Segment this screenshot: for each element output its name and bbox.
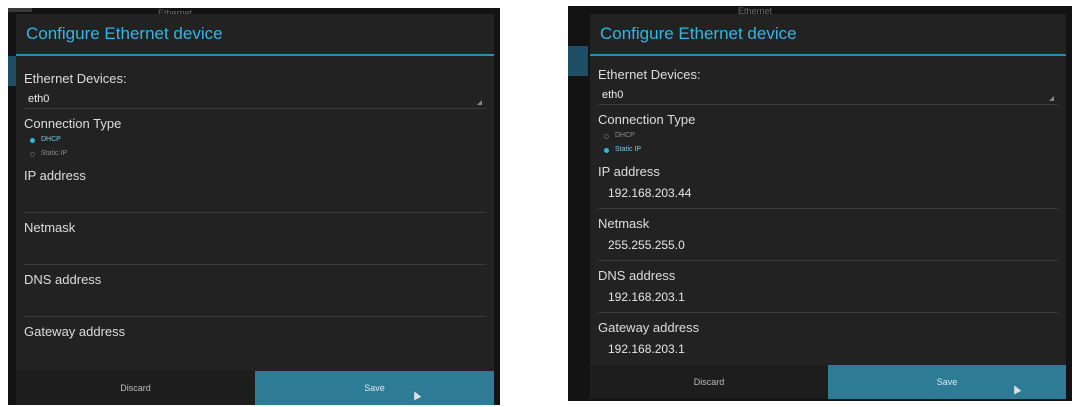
right-screenshot: Ethernet Configure Ethernet device Ether…: [568, 6, 1072, 401]
dns-address-value: [24, 289, 486, 313]
left-screenshot: Ethernet Configure Ethernet device Ether…: [8, 8, 500, 405]
ethernet-device-spinner[interactable]: eth0: [598, 84, 1058, 105]
dialog-body: Ethernet Devices: eth0 Connection Type D…: [16, 56, 494, 368]
dns-address-value: 192.168.203.1: [608, 290, 685, 304]
spinner-caret-icon: [1049, 96, 1054, 101]
configure-ethernet-dialog: Configure Ethernet device Ethernet Devic…: [16, 14, 494, 405]
dhcp-label: DHCP: [615, 132, 635, 139]
ip-address-field[interactable]: IP address 192.168.203.44: [598, 157, 1058, 209]
dialog-button-bar: Discard Save: [16, 371, 494, 405]
dialog-body: Ethernet Devices: eth0 Connection Type D…: [590, 56, 1066, 364]
netmask-field[interactable]: Netmask 255.255.255.0: [598, 209, 1058, 261]
device-value: eth0: [602, 89, 624, 101]
radio-unchecked-icon: [30, 151, 35, 157]
ip-address-field[interactable]: IP address: [24, 161, 486, 213]
dialog-title: Configure Ethernet device: [16, 14, 494, 56]
radio-checked-icon: [604, 147, 609, 153]
netmask-label: Netmask: [24, 220, 76, 235]
static-ip-label: Static IP: [615, 146, 642, 153]
ip-address-value: [24, 185, 486, 209]
gateway-address-label: Gateway address: [24, 324, 126, 339]
ethernet-device-spinner[interactable]: eth0: [24, 88, 486, 109]
save-button[interactable]: Save: [828, 365, 1066, 399]
gateway-address-label: Gateway address: [598, 320, 700, 335]
background-decoration: [8, 8, 32, 12]
gateway-address-field[interactable]: Gateway address: [24, 317, 486, 368]
ip-address-label: IP address: [598, 164, 660, 179]
dhcp-label: DHCP: [41, 136, 61, 143]
background-selected-strip: [568, 46, 588, 76]
device-value: eth0: [28, 93, 50, 105]
static-ip-radio[interactable]: Static IP: [598, 143, 1058, 157]
ip-address-label: IP address: [24, 168, 86, 183]
netmask-value: [24, 237, 486, 261]
dialog-title: Configure Ethernet device: [590, 14, 1066, 56]
netmask-label: Netmask: [598, 216, 650, 231]
save-button[interactable]: Save: [255, 371, 494, 405]
ip-address-value: 192.168.203.44: [608, 186, 692, 200]
dialog-button-bar: Discard Save: [590, 365, 1066, 399]
dns-address-field[interactable]: DNS address: [24, 265, 486, 317]
radio-checked-icon: [30, 137, 35, 143]
dns-address-label: DNS address: [598, 268, 676, 283]
gateway-address-field[interactable]: Gateway address 192.168.203.1: [598, 313, 1058, 364]
gateway-address-value: 192.168.203.1: [608, 342, 685, 356]
spinner-caret-icon: [477, 100, 482, 105]
discard-button[interactable]: Discard: [590, 365, 828, 399]
dhcp-radio[interactable]: DHCP: [598, 129, 1058, 143]
netmask-field[interactable]: Netmask: [24, 213, 486, 265]
ethernet-devices-label: Ethernet Devices:: [24, 71, 127, 86]
discard-button[interactable]: Discard: [16, 371, 255, 405]
radio-unchecked-icon: [604, 133, 609, 139]
static-ip-label: Static IP: [41, 150, 68, 157]
netmask-value: 255.255.255.0: [608, 238, 685, 252]
connection-type-label: Connection Type: [24, 116, 122, 131]
dns-address-label: DNS address: [24, 272, 102, 287]
ethernet-devices-label: Ethernet Devices:: [598, 67, 701, 82]
gateway-address-value: [24, 341, 486, 365]
connection-type-label: Connection Type: [598, 112, 696, 127]
dhcp-radio[interactable]: DHCP: [24, 133, 486, 147]
dns-address-field[interactable]: DNS address 192.168.203.1: [598, 261, 1058, 313]
configure-ethernet-dialog: Configure Ethernet device Ethernet Devic…: [590, 14, 1066, 399]
static-ip-radio[interactable]: Static IP: [24, 147, 486, 161]
